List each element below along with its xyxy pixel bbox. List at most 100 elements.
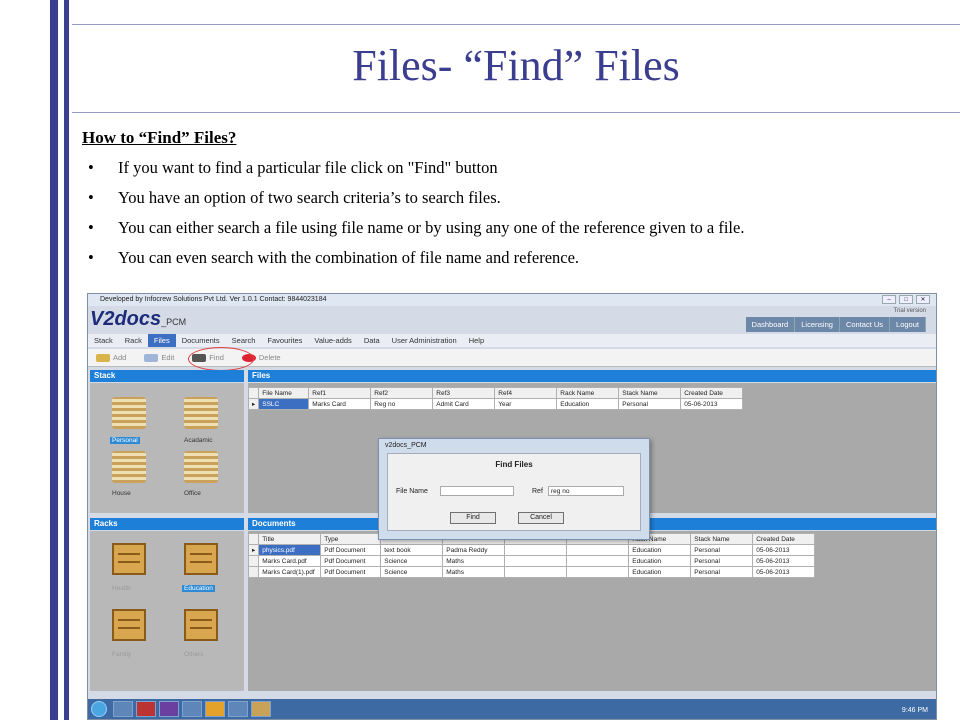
window-title: Developed by Infocrew Solutions Pvt Ltd.…: [100, 296, 327, 303]
column-header[interactable]: Stack Name: [618, 387, 682, 399]
stack-tile-house[interactable]: [112, 451, 146, 483]
row-indicator: [247, 555, 260, 567]
taskbar-app-icon[interactable]: [182, 701, 202, 717]
table-cell[interactable]: 05-06-2013: [680, 398, 744, 410]
menu-help[interactable]: Help: [463, 334, 490, 347]
column-header[interactable]: Rack Name: [556, 387, 620, 399]
table-cell[interactable]: Education: [628, 544, 692, 556]
table-cell[interactable]: Pdf Document: [320, 566, 382, 578]
close-button[interactable]: ✕: [916, 295, 930, 304]
column-header[interactable]: Ref3: [432, 387, 496, 399]
table-cell[interactable]: Marks Card.pdf: [258, 555, 322, 567]
stack-label: Personal: [110, 437, 140, 444]
table-cell[interactable]: Marks Card: [308, 398, 372, 410]
window-controls: – □ ✕: [882, 295, 930, 304]
file-name-label: File Name: [396, 488, 428, 495]
table-cell[interactable]: Padma Reddy: [442, 544, 506, 556]
row-indicator: ▸: [247, 544, 260, 556]
table-cell[interactable]: [566, 555, 630, 567]
taskbar-chrome-icon[interactable]: [205, 701, 225, 717]
table-cell[interactable]: physics.pdf: [258, 544, 322, 556]
stack-panel-header: Stack: [90, 370, 244, 382]
taskbar-window-icon[interactable]: [228, 701, 248, 717]
find-button[interactable]: Find: [450, 512, 496, 524]
file-name-input[interactable]: [440, 486, 514, 496]
table-cell[interactable]: Personal: [690, 555, 754, 567]
rack-tile-family[interactable]: [112, 609, 146, 641]
table-cell[interactable]: [504, 555, 568, 567]
table-cell[interactable]: Personal: [618, 398, 682, 410]
menu-stack[interactable]: Stack: [88, 334, 119, 347]
column-header[interactable]: Created Date: [752, 533, 816, 545]
column-header[interactable]: Created Date: [680, 387, 744, 399]
stack-tile-personal[interactable]: [112, 397, 146, 429]
column-header[interactable]: Ref1: [308, 387, 372, 399]
ref-input[interactable]: reg no: [548, 486, 624, 496]
menu-files[interactable]: Files: [147, 334, 176, 347]
table-cell[interactable]: 05-06-2013: [752, 555, 816, 567]
nav-dashboard[interactable]: Dashboard: [746, 317, 796, 332]
table-cell[interactable]: 05-06-2013: [752, 566, 816, 578]
nav-contact-us[interactable]: Contact Us: [840, 317, 891, 332]
minimize-button[interactable]: –: [882, 295, 896, 304]
table-cell[interactable]: Maths: [442, 555, 506, 567]
table-cell[interactable]: Marks Card(1).pdf: [258, 566, 322, 578]
table-cell[interactable]: Maths: [442, 566, 506, 578]
stack-tile-office[interactable]: [184, 451, 218, 483]
table-row[interactable]: ▸ physics.pdf Pdf Document text book Pad…: [247, 544, 816, 556]
nav-licensing[interactable]: Licensing: [795, 317, 840, 332]
table-cell[interactable]: Education: [628, 555, 692, 567]
column-header[interactable]: Ref2: [370, 387, 434, 399]
maximize-button[interactable]: □: [899, 295, 913, 304]
taskbar-visual-studio-icon[interactable]: [159, 701, 179, 717]
column-header[interactable]: Ref4: [494, 387, 558, 399]
table-cell[interactable]: Science: [380, 555, 444, 567]
menu-data[interactable]: Data: [358, 334, 386, 347]
table-row[interactable]: ▸ SSLC Marks Card Reg no Admit Card Year…: [247, 398, 744, 410]
top-nav: Dashboard Licensing Contact Us Logout: [745, 317, 926, 332]
menu-user-administration[interactable]: User Administration: [386, 334, 463, 347]
table-cell[interactable]: Pdf Document: [320, 555, 382, 567]
table-cell[interactable]: [566, 566, 630, 578]
start-button[interactable]: [91, 701, 107, 717]
table-cell[interactable]: Pdf Document: [320, 544, 382, 556]
rack-tile-health[interactable]: [112, 543, 146, 575]
taskbar-v2docs-icon[interactable]: [251, 701, 271, 717]
menu-rack[interactable]: Rack: [119, 334, 148, 347]
table-row[interactable]: Marks Card(1).pdf Pdf Document Science M…: [247, 566, 816, 578]
table-cell[interactable]: Personal: [690, 566, 754, 578]
table-cell[interactable]: [504, 566, 568, 578]
rack-label: Others: [184, 651, 204, 658]
taskbar-acrobat-icon[interactable]: [136, 701, 156, 717]
column-header[interactable]: Title: [258, 533, 322, 545]
table-cell[interactable]: Reg no: [370, 398, 434, 410]
taskbar-explorer-icon[interactable]: [113, 701, 133, 717]
column-header[interactable]: Type: [320, 533, 382, 545]
table-cell[interactable]: [566, 544, 630, 556]
table-cell[interactable]: Year: [494, 398, 558, 410]
table-cell[interactable]: 05-06-2013: [752, 544, 816, 556]
menu-favourites[interactable]: Favourites: [261, 334, 308, 347]
menu-search[interactable]: Search: [226, 334, 262, 347]
column-header[interactable]: Stack Name: [690, 533, 754, 545]
table-cell[interactable]: text book: [380, 544, 444, 556]
table-cell[interactable]: Admit Card: [432, 398, 496, 410]
column-header[interactable]: File Name: [258, 387, 310, 399]
table-cell[interactable]: Education: [556, 398, 620, 410]
add-button[interactable]: Add: [96, 353, 126, 362]
table-cell[interactable]: Education: [628, 566, 692, 578]
menu-documents[interactable]: Documents: [176, 334, 226, 347]
nav-logout[interactable]: Logout: [890, 317, 926, 332]
rack-tile-others[interactable]: [184, 609, 218, 641]
table-cell[interactable]: Science: [380, 566, 444, 578]
table-row[interactable]: Marks Card.pdf Pdf Document Science Math…: [247, 555, 816, 567]
cancel-button[interactable]: Cancel: [518, 512, 564, 524]
table-cell[interactable]: SSLC: [258, 398, 310, 410]
edit-button[interactable]: Edit: [144, 353, 174, 362]
rack-tile-education[interactable]: [184, 543, 218, 575]
stack-tile-acadamic[interactable]: [184, 397, 218, 429]
menu-value-adds[interactable]: Value-adds: [308, 334, 357, 347]
table-cell[interactable]: [504, 544, 568, 556]
dialog-title: v2docs_PCM: [385, 442, 427, 449]
table-cell[interactable]: Personal: [690, 544, 754, 556]
